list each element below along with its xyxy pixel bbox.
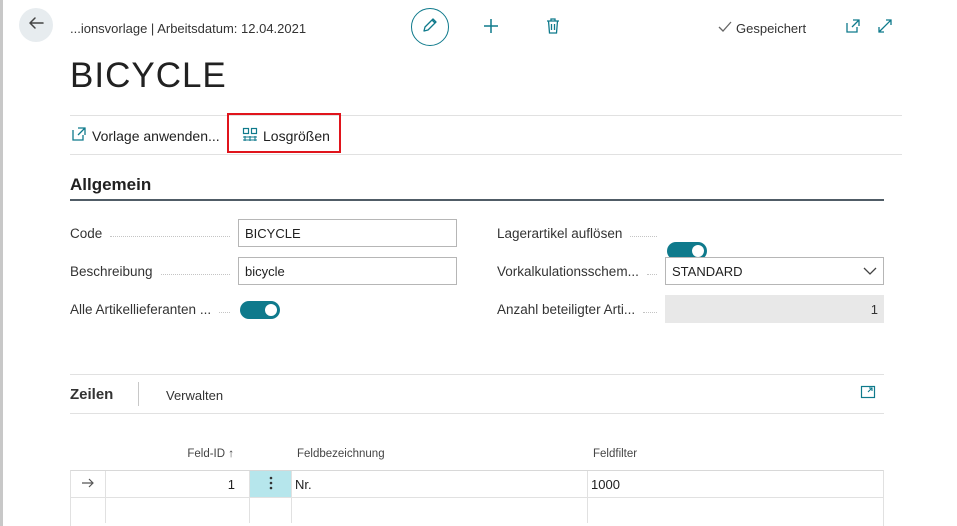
lines-top-divider (70, 374, 884, 375)
arrow-left-icon (27, 14, 45, 37)
row-indicator[interactable] (71, 497, 106, 523)
open-new-window-button[interactable] (844, 18, 862, 39)
toggle-knob (265, 304, 277, 316)
items-count-value: 1 (665, 295, 884, 323)
column-header-field-id-text: Feld-ID (187, 448, 226, 460)
apply-template-label: Vorlage anwenden... (92, 127, 220, 144)
description-field-label: Beschreibung (70, 264, 238, 279)
highlight-box (227, 113, 341, 153)
breadcrumb: ...ionsvorlage | Arbeitsdatum: 12.04.202… (70, 21, 307, 36)
explode-inventory-label-text: Lagerartikel auflösen (497, 226, 623, 241)
field-caption-cell[interactable]: Nr. (292, 471, 588, 497)
table-row-empty[interactable] (71, 497, 884, 523)
description-label-text: Beschreibung (70, 264, 153, 279)
all-vendors-toggle[interactable] (240, 301, 280, 319)
table-row[interactable]: 1 Nr. 1000 (71, 471, 884, 498)
field-caption-cell[interactable] (292, 497, 588, 523)
items-count-field-label: Anzahl beteiligter Arti... (497, 302, 665, 317)
label-dots (643, 312, 657, 313)
items-count-label-text: Anzahl beteiligter Arti... (497, 302, 636, 317)
code-input[interactable]: BICYCLE (238, 219, 457, 247)
sort-ascending-icon: ↑ (228, 448, 234, 460)
open-in-new-window-icon (845, 18, 861, 39)
costing-method-value: STANDARD (672, 263, 743, 279)
section-title-general: Allgemein (70, 175, 152, 194)
lines-table: 1 Nr. 1000 (70, 470, 884, 526)
pencil-icon (421, 16, 439, 39)
action-bar-bottom-divider (70, 154, 902, 155)
action-bar-top-divider (70, 115, 902, 116)
label-dots (219, 312, 230, 313)
apply-template-icon (71, 126, 87, 145)
delete-button[interactable] (543, 17, 563, 40)
costing-method-label-text: Vorkalkulationsschem... (497, 264, 639, 279)
field-id-cell[interactable]: 1 (106, 471, 250, 497)
toggle-knob (692, 245, 704, 257)
lines-header-separator (138, 382, 139, 406)
column-header-field-filter[interactable]: Feldfilter (593, 448, 637, 460)
check-icon (717, 20, 733, 37)
edit-button[interactable] (411, 8, 449, 46)
costing-method-select[interactable]: STANDARD (665, 257, 884, 285)
saved-status: Gespeichert (717, 20, 806, 37)
all-vendors-label-text: Alle Artikellieferanten ... (70, 302, 212, 317)
all-vendors-field-label: Alle Artikellieferanten ... (70, 302, 238, 317)
field-filter-cell[interactable]: 1000 (588, 471, 884, 497)
apply-template-action[interactable]: Vorlage anwenden... (71, 126, 220, 145)
chevron-down-icon (863, 264, 877, 279)
description-input[interactable]: bicycle (238, 257, 457, 285)
label-dots (160, 274, 230, 275)
costing-method-field-label: Vorkalkulationsschem... (497, 264, 665, 279)
label-dots (630, 236, 657, 237)
field-id-cell[interactable] (106, 497, 250, 523)
new-button[interactable] (481, 18, 501, 38)
lines-header-divider (70, 413, 884, 414)
saved-status-label: Gespeichert (736, 21, 807, 36)
more-options-icon (269, 476, 273, 493)
arrow-right-icon (81, 477, 95, 492)
row-actions-cell[interactable] (250, 497, 292, 523)
back-button[interactable] (19, 8, 53, 42)
row-indicator[interactable] (71, 471, 106, 497)
left-edge-border (0, 0, 3, 526)
page-title: BICYCLE (70, 56, 227, 95)
column-header-field-caption[interactable]: Feldbezeichnung (297, 448, 385, 460)
expand-icon (877, 18, 893, 39)
lines-title: Zeilen (70, 386, 114, 403)
plus-icon (482, 17, 500, 40)
section-underline (70, 199, 884, 201)
column-header-field-id[interactable]: Feld-ID ↑ (182, 448, 234, 460)
field-filter-cell[interactable] (588, 497, 884, 523)
lines-expand-button[interactable] (859, 385, 877, 404)
expand-button[interactable] (876, 18, 894, 39)
explode-inventory-field-label: Lagerartikel auflösen (497, 226, 665, 241)
open-in-new-window-icon (860, 385, 876, 404)
label-dots (646, 274, 657, 275)
code-field-label: Code (70, 226, 238, 241)
trash-icon (545, 17, 561, 40)
row-actions-button[interactable] (250, 471, 292, 497)
label-dots (110, 236, 230, 237)
code-label-text: Code (70, 226, 103, 241)
manage-menu[interactable]: Verwalten (166, 388, 223, 403)
